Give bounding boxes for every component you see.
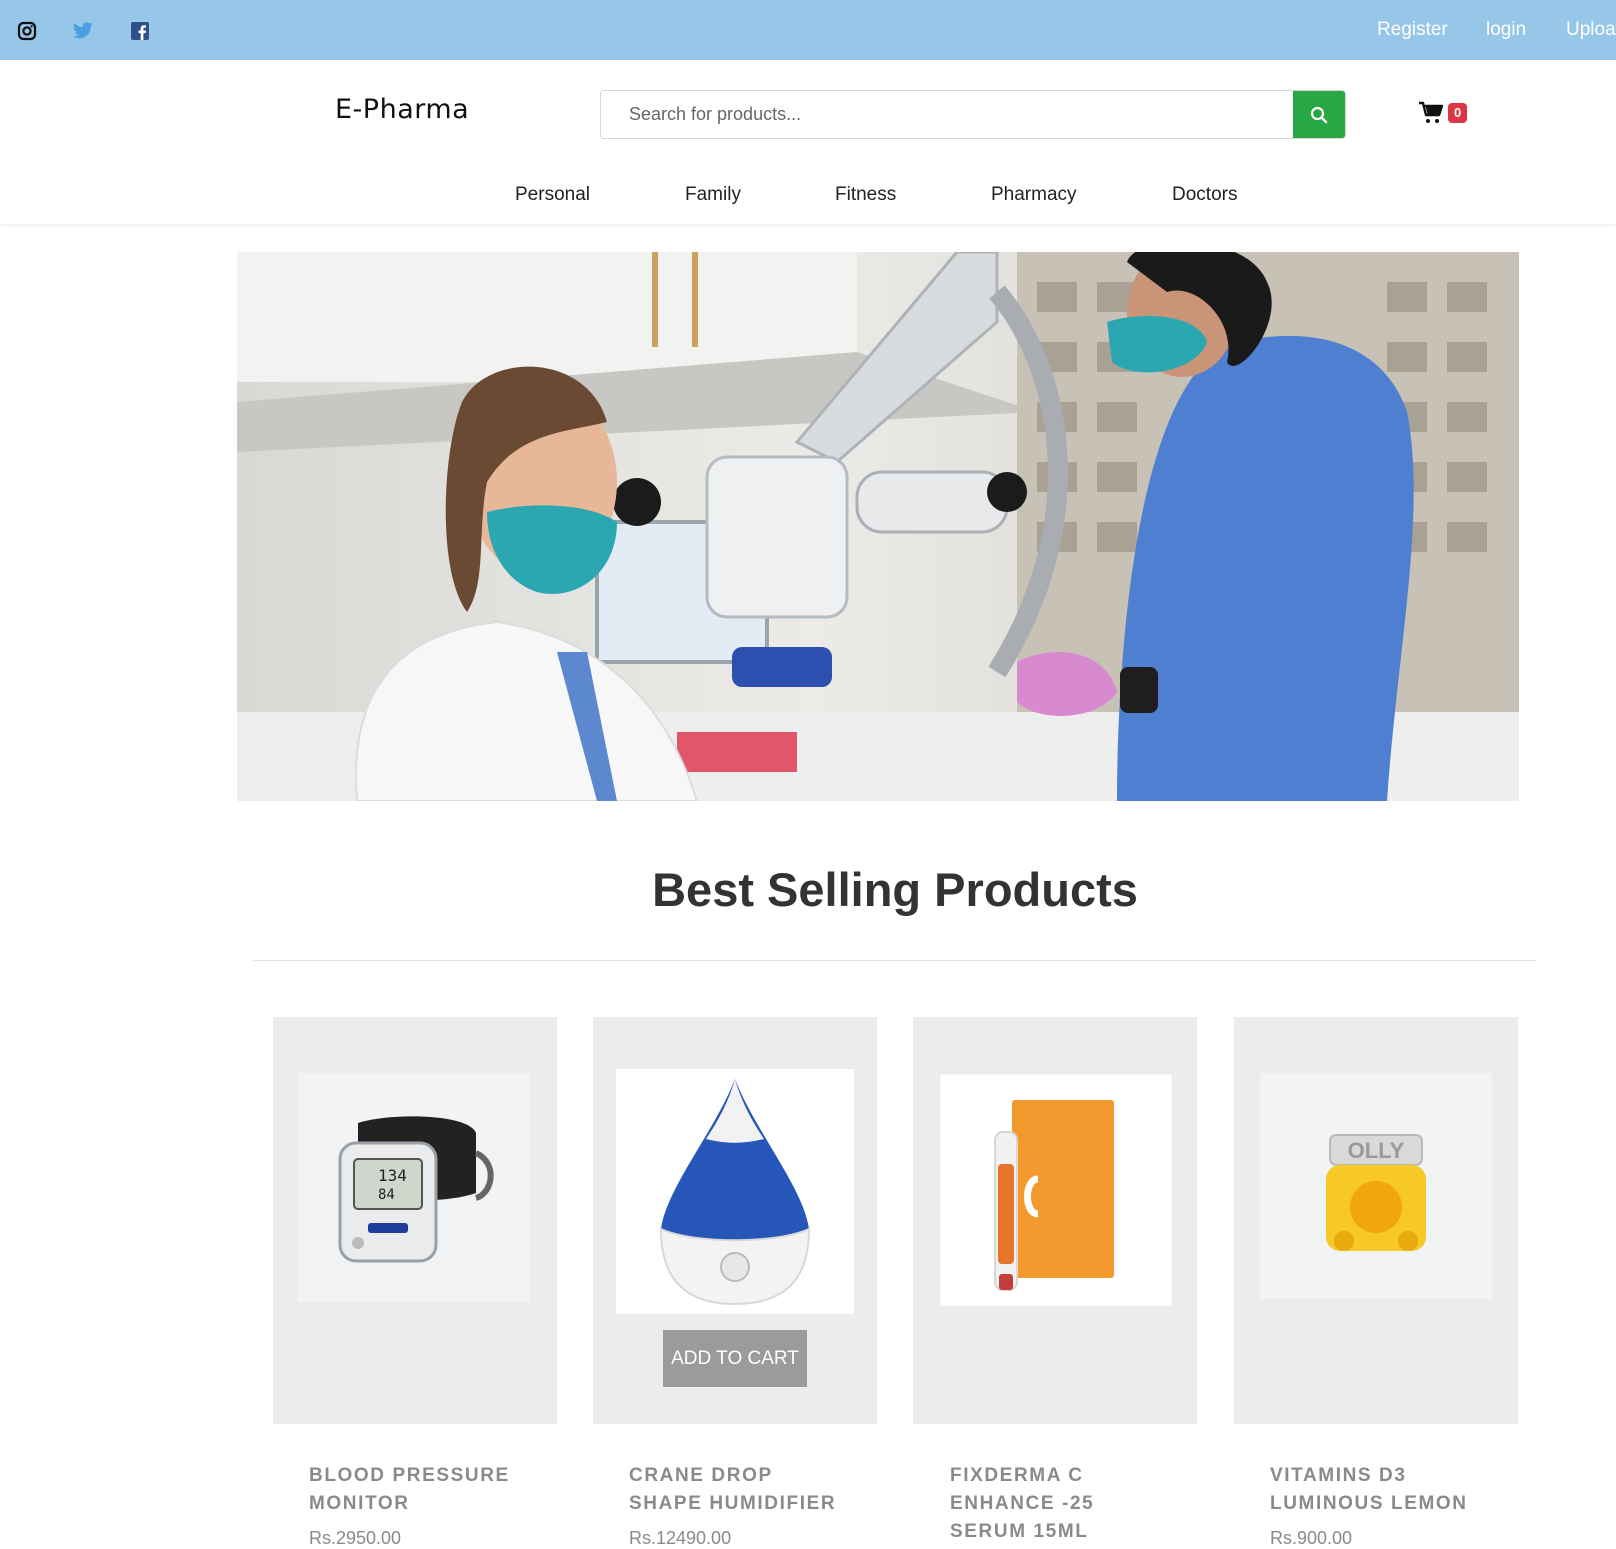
product-card[interactable]: 134 84 [273,1017,557,1424]
product-name[interactable]: VITAMINS D3 LUMINOUS LEMON [1270,1462,1530,1518]
top-bar: Register login Uploa [0,0,1616,60]
section-title: Best Selling Products [652,863,1138,916]
hero-image [237,252,1519,801]
product-image[interactable] [616,1069,854,1314]
add-to-cart-button[interactable]: ADD TO CART [663,1330,807,1387]
product-image[interactable] [940,1074,1172,1306]
nav-item-pharmacy[interactable]: Pharmacy [991,184,1077,206]
instagram-icon[interactable] [16,20,38,42]
upload-link[interactable]: Uploa [1566,19,1616,41]
svg-text:134: 134 [378,1166,407,1185]
search-input[interactable] [601,91,1293,138]
product-card[interactable]: OLLY [1234,1017,1518,1424]
nav-item-family[interactable]: Family [685,184,741,206]
cart-count-badge: 0 [1448,103,1468,123]
login-link[interactable]: login [1486,19,1526,41]
product-image[interactable]: OLLY [1260,1073,1492,1299]
product-name[interactable]: BLOOD PRESSURE MONITOR [309,1462,569,1518]
hero-banner [237,252,1519,801]
nav-item-personal[interactable]: Personal [515,184,590,206]
main-nav: Personal Family Fitness Pharmacy Doctors [0,184,1616,224]
search-button[interactable] [1293,91,1345,138]
cart-button[interactable]: 0 [1418,101,1468,125]
facebook-icon[interactable] [129,20,151,42]
twitter-icon[interactable] [72,20,94,42]
product-price: Rs.12490.00 [629,1528,732,1548]
search-icon [1310,106,1328,123]
site-logo[interactable]: E-Pharma [335,94,469,125]
product-name[interactable]: CRANE DROP SHAPE HUMIDIFIER [629,1462,889,1518]
product-price: Rs.2950.00 [309,1528,402,1548]
nav-item-fitness[interactable]: Fitness [835,184,896,206]
svg-text:OLLY: OLLY [1348,1138,1405,1163]
product-image[interactable]: 134 84 [298,1073,530,1302]
product-name[interactable]: FIXDERMA C ENHANCE -25 SERUM 15ML [950,1462,1210,1546]
search-bar [600,90,1346,139]
product-card[interactable]: ADD TO CART [593,1017,877,1424]
nav-item-doctors[interactable]: Doctors [1172,184,1237,206]
product-price: Rs.900.00 [1270,1528,1353,1548]
product-card[interactable] [913,1017,1197,1424]
cart-icon [1419,101,1444,123]
site-header: E-Pharma 0 Personal Family Fitness Pharm… [0,60,1616,224]
register-link[interactable]: Register [1377,19,1448,41]
section-divider [253,960,1536,961]
svg-text:84: 84 [378,1187,395,1203]
